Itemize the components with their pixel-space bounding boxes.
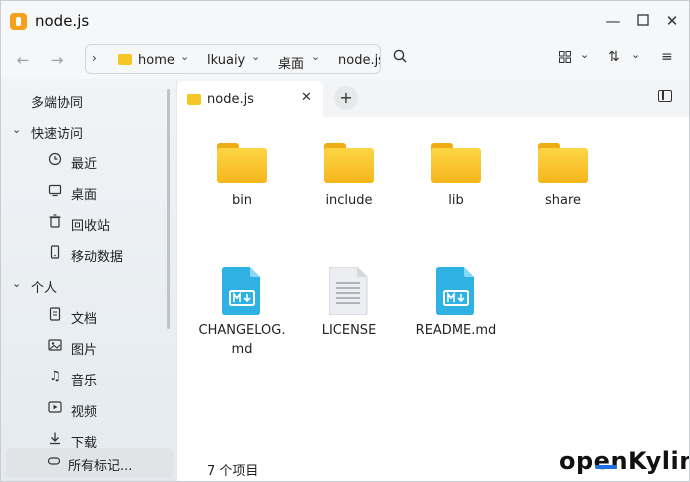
close-icon[interactable]: ✕ <box>662 11 682 31</box>
tab-bar: node.js ✕ + <box>177 79 689 117</box>
chevron-down-icon[interactable]: ⌄ <box>311 50 320 63</box>
tab-nodejs[interactable]: node.js ✕ <box>177 81 323 117</box>
toolbar: ← → › home ⌄ lkuaiy ⌄ 桌面 ⌄ node.js ⌄ ⇅ ⌄… <box>1 41 689 79</box>
file-item-lib[interactable]: lib <box>406 143 506 210</box>
folder-icon <box>431 143 481 183</box>
back-arrow-icon[interactable]: ← <box>13 50 33 70</box>
mobile-data-icon <box>47 245 63 261</box>
document-icon <box>47 307 63 323</box>
sidebar-item-label: 多端协同 <box>31 96 84 111</box>
file-manager-app-icon <box>10 13 27 30</box>
sidebar-scrollbar[interactable] <box>167 89 170 329</box>
file-item-include[interactable]: include <box>299 143 399 210</box>
sidebar-item-label: 图片 <box>71 343 98 358</box>
sidebar-item-label: 最近 <box>71 157 98 172</box>
music-icon: ♫ <box>49 369 61 384</box>
chevron-down-icon[interactable]: ⌄ <box>580 48 589 61</box>
folder-icon <box>324 143 374 183</box>
folder-icon <box>538 143 588 183</box>
file-name-line2: md <box>231 342 253 357</box>
file-name: lib <box>448 193 464 208</box>
breadcrumb-desktop[interactable]: 桌面 <box>278 53 304 72</box>
file-item-bin[interactable]: bin <box>192 143 292 210</box>
sidebar-item-label: 桌面 <box>71 188 98 203</box>
sidebar-section-personal[interactable]: ⌄ 个人 <box>1 270 171 300</box>
chevron-down-icon[interactable]: ⌄ <box>251 50 260 63</box>
trash-icon <box>47 214 63 230</box>
file-manager-window: node.js — ✕ ← → › home ⌄ lkuaiy ⌄ 桌面 ⌄ n… <box>0 0 690 482</box>
menu-icon[interactable]: ≡ <box>661 49 673 65</box>
watermark-accent <box>595 465 617 469</box>
forward-arrow-icon[interactable]: → <box>47 50 67 70</box>
sidebar-item-music[interactable]: ♫ 音乐 <box>1 363 171 393</box>
image-icon <box>47 338 63 354</box>
sidebar-item-label: 视频 <box>71 405 98 420</box>
title-bar: node.js — ✕ <box>1 1 689 41</box>
file-item-changelog[interactable]: CHANGELOG. md <box>192 267 292 359</box>
openkylin-watermark: openKylin <box>559 447 690 475</box>
file-view: node.js ✕ + bin include lib share CHANGE… <box>176 79 689 481</box>
sidebar-item-label: 快速访问 <box>31 127 84 142</box>
folder-icon <box>187 94 201 105</box>
chevron-right-icon[interactable]: › <box>92 51 97 65</box>
sidebar-item-all-tags[interactable]: 所有标记... <box>6 448 174 478</box>
file-name: LICENSE <box>321 323 377 338</box>
file-name-line1: CHANGELOG. <box>198 323 286 338</box>
sidebar-item-desktop[interactable]: 桌面 <box>1 177 171 207</box>
folder-icon <box>217 143 267 183</box>
sidebar-item-multi-device[interactable]: 多端协同 <box>1 85 171 115</box>
tag-icon <box>46 454 62 470</box>
sidebar-item-label: 个人 <box>31 281 58 296</box>
sidebar-item-trash[interactable]: 回收站 <box>1 208 171 238</box>
search-icon[interactable] <box>393 49 407 67</box>
grid-view-icon[interactable] <box>559 51 571 67</box>
sidebar-item-videos[interactable]: 视频 <box>1 394 171 424</box>
text-file-icon <box>328 266 369 316</box>
file-name: include <box>325 193 373 208</box>
split-view-icon[interactable] <box>658 90 672 102</box>
folder-icon <box>118 54 132 65</box>
maximize-icon[interactable] <box>633 11 653 31</box>
markdown-file-icon <box>436 267 476 315</box>
sidebar-item-documents[interactable]: 文档 <box>1 301 171 331</box>
file-item-share[interactable]: share <box>513 143 613 210</box>
video-icon <box>47 400 63 416</box>
breadcrumb-home[interactable]: home <box>138 53 175 68</box>
clock-icon <box>47 152 63 168</box>
sort-icon[interactable]: ⇅ <box>608 49 620 65</box>
status-item-count: 7 个项目 <box>207 464 259 479</box>
breadcrumb[interactable]: › home ⌄ lkuaiy ⌄ 桌面 ⌄ node.js <box>85 44 381 74</box>
file-name: README.md <box>415 323 497 338</box>
sidebar: 多端协同 ⌄ 快速访问 最近 桌面 回收站 移动数据 ⌄ 个人 文档 图片 ♫ … <box>1 79 176 481</box>
minimize-icon[interactable]: — <box>603 11 623 31</box>
chevron-down-icon[interactable]: ⌄ <box>12 277 21 290</box>
breadcrumb-nodejs[interactable]: node.js <box>338 53 380 68</box>
chevron-down-icon[interactable]: ⌄ <box>631 48 640 61</box>
file-name: share <box>544 193 582 208</box>
add-tab-button[interactable]: + <box>334 86 358 110</box>
file-name: bin <box>231 193 253 208</box>
sidebar-item-label: 移动数据 <box>71 250 124 265</box>
chevron-down-icon[interactable]: ⌄ <box>180 50 189 63</box>
window-title: node.js <box>35 12 90 30</box>
breadcrumb-lkuaiy[interactable]: lkuaiy <box>207 53 245 68</box>
download-icon <box>47 431 63 447</box>
markdown-file-icon <box>222 267 262 315</box>
sidebar-section-quick-access[interactable]: ⌄ 快速访问 <box>1 116 171 146</box>
sidebar-item-label: 文档 <box>71 312 98 327</box>
chevron-down-icon[interactable]: ⌄ <box>12 123 21 136</box>
desktop-icon <box>47 183 63 199</box>
close-icon[interactable]: ✕ <box>301 90 312 105</box>
sidebar-item-label: 所有标记... <box>68 459 133 474</box>
sidebar-item-label: 回收站 <box>71 219 111 234</box>
file-item-readme[interactable]: README.md <box>406 267 506 340</box>
sidebar-item-mobile-data[interactable]: 移动数据 <box>1 239 171 269</box>
sidebar-item-pictures[interactable]: 图片 <box>1 332 171 362</box>
sidebar-item-label: 音乐 <box>71 374 98 389</box>
sidebar-item-recent[interactable]: 最近 <box>1 146 171 176</box>
file-item-license[interactable]: LICENSE <box>299 266 399 340</box>
tab-label: node.js <box>207 92 254 107</box>
